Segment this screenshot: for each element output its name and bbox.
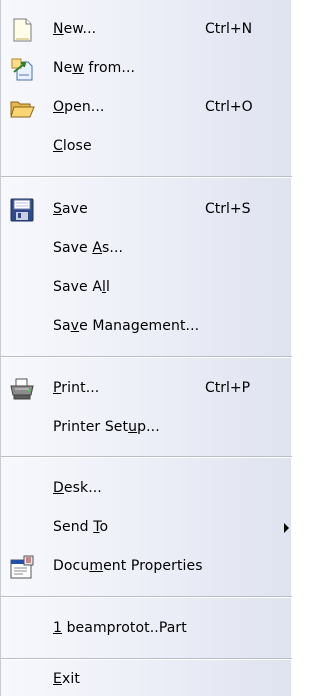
- menu-item-label: 1 beamprotot..Part: [53, 620, 187, 636]
- menu-item-label: Save As...: [53, 240, 124, 256]
- menu-item-label: Save All: [53, 279, 110, 295]
- file-menu: New... Ctrl+N New from... Open... Ctrl+O: [0, 0, 292, 696]
- shortcut-text: Ctrl+S: [205, 201, 251, 217]
- menu-item-label: Print...: [53, 380, 100, 396]
- menu-item-send-to[interactable]: Send To: [1, 512, 291, 544]
- menu-item-label: New from...: [53, 60, 136, 76]
- menu-item-save-management[interactable]: Save Management...: [1, 311, 291, 343]
- menu-item-close[interactable]: Close: [1, 131, 291, 163]
- menu-item-label: Exit: [53, 671, 80, 687]
- menu-item-label: New...: [53, 21, 97, 37]
- new-document-icon: [9, 17, 35, 43]
- menu-item-label: Open...: [53, 99, 105, 115]
- open-folder-icon: [9, 95, 35, 121]
- menu-item-open[interactable]: Open... Ctrl+O: [1, 92, 291, 124]
- menu-item-label: Document Properties: [53, 558, 203, 574]
- menu-separator: [1, 456, 292, 458]
- document-properties-icon: [9, 554, 35, 580]
- menu-item-save-as[interactable]: Save As...: [1, 233, 291, 265]
- menu-separator: [1, 658, 292, 660]
- menu-item-exit[interactable]: Exit: [1, 664, 291, 696]
- menu-item-save-all[interactable]: Save All: [1, 272, 291, 304]
- menu-item-recent-file[interactable]: 1 beamprotot..Part: [1, 613, 291, 645]
- shortcut-text: Ctrl+P: [205, 380, 251, 396]
- menu-item-new-from[interactable]: New from...: [1, 53, 291, 85]
- menu-item-desk[interactable]: Desk...: [1, 473, 291, 505]
- menu-item-print[interactable]: Print... Ctrl+P: [1, 373, 291, 405]
- menu-separator: [1, 596, 292, 598]
- menu-item-label: Save: [53, 201, 88, 217]
- printer-icon: [9, 376, 35, 402]
- menu-item-new[interactable]: New... Ctrl+N: [1, 14, 291, 46]
- save-disk-icon: [9, 197, 35, 223]
- menu-item-label: Printer Setup...: [53, 419, 160, 435]
- menu-item-printer-setup[interactable]: Printer Setup...: [1, 412, 291, 444]
- menu-item-document-properties[interactable]: Document Properties: [1, 551, 291, 583]
- new-from-icon: [9, 56, 35, 82]
- menu-item-label: Desk...: [53, 480, 102, 496]
- menu-separator: [1, 356, 292, 358]
- menu-item-save[interactable]: Save Ctrl+S: [1, 194, 291, 226]
- submenu-arrow-icon: [284, 523, 289, 533]
- menu-separator: [1, 176, 292, 178]
- shortcut-text: Ctrl+O: [205, 99, 253, 115]
- menu-item-label: Close: [53, 138, 92, 154]
- shortcut-text: Ctrl+N: [205, 21, 253, 37]
- menu-item-label: Send To: [53, 519, 109, 535]
- menu-item-label: Save Management...: [53, 318, 200, 334]
